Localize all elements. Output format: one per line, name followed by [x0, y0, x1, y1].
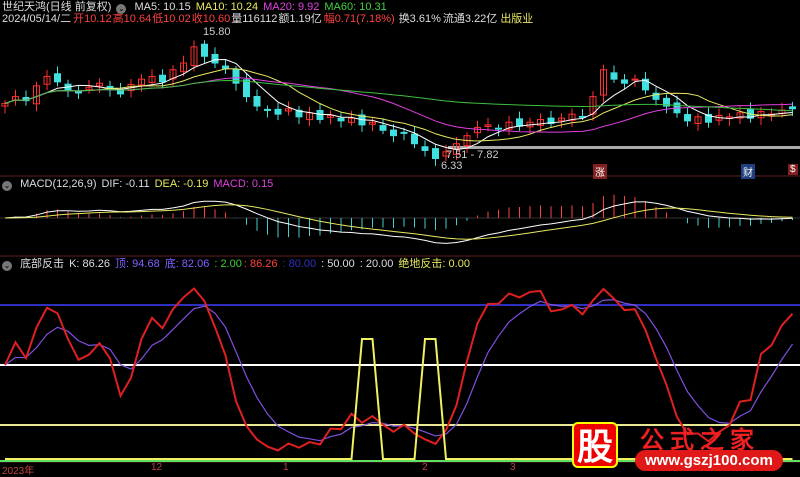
bottom-value: 底: 82.06 [164, 258, 210, 270]
candle-body [390, 129, 397, 137]
change: 幅0.71(7.18%) [323, 13, 395, 25]
candle-body [75, 91, 82, 94]
date: 2024/05/14/二 [2, 13, 72, 25]
candle-body [789, 106, 796, 110]
candle-body [54, 73, 61, 83]
high-price-label: 15.80 [203, 26, 231, 38]
volume: 量116112 [231, 13, 278, 25]
x-tick: 2 [422, 462, 428, 473]
float-cap: 流通3.22亿 [442, 13, 498, 25]
level-2: : 2.00 [214, 258, 242, 270]
ma20-label: MA20: 9.92 [263, 1, 320, 13]
candle-body [400, 131, 408, 134]
low-price-label: 6.33 [441, 160, 463, 172]
event-tag-finance[interactable]: 财 [741, 164, 755, 179]
candle-body [495, 127, 502, 130]
x-tick: 3 [510, 462, 516, 473]
level-k: : 86.26 [243, 258, 278, 270]
candle-body [159, 74, 166, 83]
industry: 出版业 [500, 13, 534, 25]
macd-name: MACD(12,26,9) [20, 178, 97, 190]
stock-title: 世纪天鸿(日线 前复权) [2, 1, 112, 13]
x-tick: 12 [151, 462, 163, 473]
candle-body [631, 78, 639, 81]
level-20: : 20.00 [359, 258, 394, 270]
candle-body [201, 43, 208, 57]
event-tag-rise[interactable]: 涨 [593, 164, 607, 179]
top-value: 顶: 94.68 [115, 258, 160, 270]
candle-body [222, 65, 229, 69]
support-band [448, 146, 800, 149]
kdj-header: ⌄ 底部反击 K: 86.26 顶: 94.68 底: 82.06 : 2.00: 86… [2, 258, 475, 271]
stock-chart[interactable] [0, 0, 800, 475]
level-50: : 50.00 [321, 258, 355, 270]
signal-value: 绝地反击: 0.00 [398, 258, 470, 270]
amount: 额1.19亿 [278, 13, 322, 25]
close: 收10.60 [191, 13, 231, 25]
ma5-label: MA5: 10.15 [134, 1, 191, 13]
low: 低10.02 [152, 13, 191, 25]
candle-body [211, 53, 219, 64]
candle-body [316, 110, 324, 121]
candle-body [516, 118, 523, 127]
candle-body [243, 79, 250, 98]
open: 开10.12 [73, 13, 112, 25]
quote-header: 2024/05/14/二 开10.12高10.64低10.02收10.60量116… [2, 13, 538, 26]
candle-body [117, 89, 124, 95]
level-80: : 80.00 [282, 258, 317, 270]
ma60-label: MA60: 10.31 [324, 1, 387, 13]
macd-value: MACD: 0.15 [213, 178, 274, 190]
logo-icon: 股 [572, 422, 618, 468]
macd-header: ⌄ MACD(12,26,9) DIF: -0.11 DEA: -0.19 MACD:… [2, 178, 278, 191]
indicator-name: 底部反击 [20, 258, 65, 270]
candle-body [684, 114, 691, 122]
logo-url: www.gszj100.com [635, 450, 783, 471]
candle-body [411, 133, 418, 145]
watermark-logo: 股 公式之家 www.gszj100.com [560, 420, 800, 475]
ma10-label: MA10: 10.24 [195, 1, 259, 13]
dea-line [4, 204, 793, 240]
turnover: 换3.61% [398, 13, 441, 25]
candle-body [264, 108, 271, 111]
candle-body [379, 125, 387, 131]
dif-value: DIF: -0.11 [101, 178, 150, 190]
candle-body [421, 146, 429, 151]
event-tag-dollar[interactable]: $ [788, 164, 798, 175]
candle-body [253, 95, 261, 107]
candle-body [610, 72, 618, 80]
candle-body [432, 148, 439, 160]
k-value: K: 86.26 [69, 258, 111, 270]
x-tick: 1 [283, 462, 289, 473]
high: 高10.64 [112, 13, 152, 25]
dea-value: DEA: -0.19 [154, 178, 209, 190]
candle-body [274, 108, 282, 115]
dropdown-icon[interactable]: ⌄ [2, 181, 12, 191]
candle-body [621, 79, 628, 84]
candle-body [337, 117, 345, 122]
dif-line [4, 200, 793, 244]
dropdown-icon[interactable]: ⌄ [2, 261, 12, 271]
